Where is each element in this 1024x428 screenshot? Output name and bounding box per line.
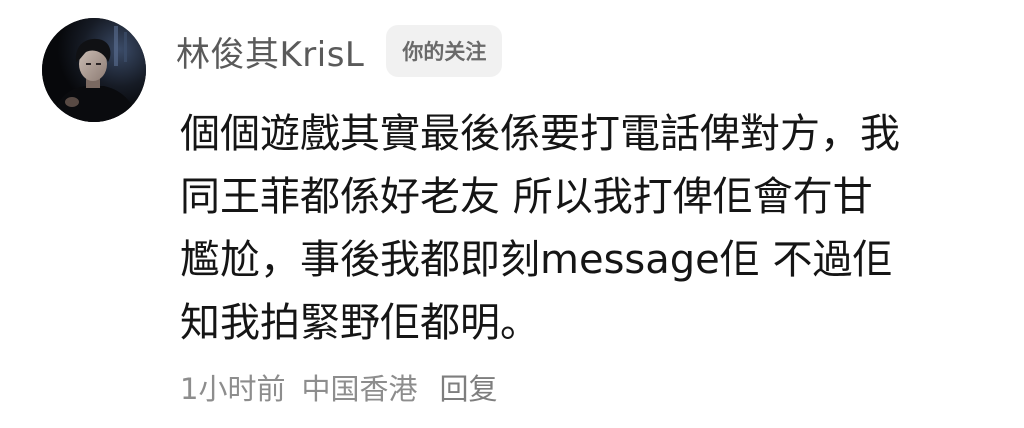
avatar-photo-icon [42, 18, 146, 122]
comment-text-line: 個個遊戲其實最後係要打電話俾對方，我 [180, 111, 900, 157]
comment-meta: 1小时前 中国香港 回复 [180, 362, 497, 412]
comment-text-line: 知我拍緊野佢都明。 [180, 300, 540, 346]
comment-text-line: 尷尬，事後我都即刻message佢 不過佢 [180, 237, 893, 283]
comment-location: 中国香港 [301, 372, 418, 406]
avatar[interactable] [42, 18, 146, 122]
following-badge: 你的关注 [386, 25, 503, 77]
username[interactable]: 林俊其KrisL [176, 27, 364, 76]
reply-button[interactable]: 回复 [439, 366, 497, 408]
comment-text-line: 同王菲都係好老友 所以我打俾佢會冇甘 [180, 174, 873, 220]
comment-header: 林俊其KrisL 你的关注 [176, 22, 503, 80]
comment-item: 林俊其KrisL 你的关注 個個遊戲其實最後係要打電話俾對方，我 同王菲都係好老… [0, 0, 1024, 428]
comment-content: 個個遊戲其實最後係要打電話俾對方，我 同王菲都係好老友 所以我打俾佢會冇甘 尷尬… [180, 103, 1000, 355]
comment-time: 1小时前 [180, 372, 286, 406]
